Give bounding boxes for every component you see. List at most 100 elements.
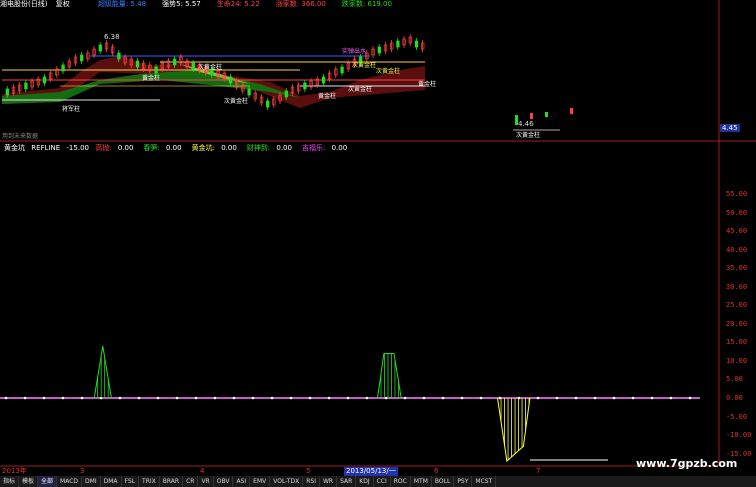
zero-dot <box>175 396 179 400</box>
zero-dot <box>156 396 160 400</box>
zero-dot <box>80 396 84 400</box>
y-tick-label: 30.00 <box>726 282 748 291</box>
tab-15[interactable]: RSI <box>303 476 320 487</box>
tab-8[interactable]: BRAR <box>160 476 184 487</box>
tab-16[interactable]: WR <box>320 476 338 487</box>
y-tick-label: 15.00 <box>726 338 748 347</box>
zero-dot <box>669 396 673 400</box>
indicator-name[interactable]: 黄金坑 <box>4 144 25 152</box>
tab-4[interactable]: DMI <box>82 476 101 487</box>
y-tick-label: 45.00 <box>726 227 748 236</box>
tab-20[interactable]: ROC <box>391 476 411 487</box>
tab-22[interactable]: BOLL <box>432 476 455 487</box>
candle-body <box>303 82 307 90</box>
indicator-series <box>93 346 531 463</box>
tab-11[interactable]: OBV <box>214 476 234 487</box>
candle-body <box>396 40 400 48</box>
date-label: 4 <box>200 467 205 475</box>
tab-12[interactable]: ASI <box>233 476 251 487</box>
zero-dot <box>4 396 8 400</box>
price-annotation: 黄金柱 <box>418 81 437 88</box>
tab-23[interactable]: PSY <box>454 476 473 487</box>
indicator-header: 黄金坑 REFLINE -15.00 高抛: 0.00 春笋: 0.00 黄金坑: … <box>4 143 361 153</box>
tab-18[interactable]: KDJ <box>356 476 374 487</box>
tab-24[interactable]: MCST <box>472 476 497 487</box>
zero-dot <box>251 396 255 400</box>
candle-body <box>42 76 47 84</box>
zero-dot <box>688 396 692 400</box>
zero-dot <box>422 396 426 400</box>
refline-label: REFLINE <box>31 144 61 152</box>
candle-body <box>191 62 195 70</box>
tab-5[interactable]: DMA <box>101 476 122 487</box>
date-axis: 2013年 3 4 5 6 7 2013/05/13/一 <box>0 467 720 476</box>
tab-10[interactable]: VR <box>198 476 214 487</box>
candle-body <box>340 66 344 74</box>
zero-dot <box>441 396 445 400</box>
y-tick-label: 5.00 <box>726 375 743 384</box>
tab-9[interactable]: CR <box>183 476 199 487</box>
tab-21[interactable]: MTM <box>411 476 432 487</box>
date-label: 3 <box>80 467 85 475</box>
candle-body <box>377 46 381 54</box>
price-annotation: 实弹出水 <box>342 48 367 55</box>
watermark: www.7gpzb.com <box>636 457 738 470</box>
selected-date: 2013/05/13/一 <box>344 467 398 476</box>
price-annotation: 次黄金柱 <box>352 62 377 69</box>
zero-dot <box>517 396 521 400</box>
date-label: 2013年 <box>2 467 27 475</box>
y-tick-label: 20.00 <box>726 319 748 328</box>
high-price-label: 6.38 <box>104 33 120 41</box>
indicator-field: 高抛: 0.00 <box>95 144 134 152</box>
price-annotation: 次黄金柱 <box>516 132 541 139</box>
zero-dot <box>61 396 65 400</box>
tab-6[interactable]: FSL <box>122 476 140 487</box>
tab-14[interactable]: VOL-TDX <box>270 476 304 487</box>
tab-2[interactable]: 全部 <box>38 476 58 487</box>
zero-dot <box>593 396 597 400</box>
zero-dot <box>137 396 141 400</box>
y-tick-label: 0.00 <box>726 394 743 402</box>
tab-17[interactable]: SAR <box>337 476 357 487</box>
zero-dot <box>631 396 635 400</box>
indicator-field: 黄金坑: 0.00 <box>191 144 237 152</box>
indicator-fields: 高抛: 0.00 春笋: 0.00 黄金坑: 0.00 财神到: 0.00 吉福乐: 0… <box>95 144 357 152</box>
candle-body <box>117 52 121 60</box>
date-label: 7 <box>536 467 541 475</box>
candle-body <box>135 60 140 68</box>
y-tick-label: -10.00 <box>726 431 752 440</box>
tab-19[interactable]: CCI <box>374 476 391 487</box>
candle-body <box>61 64 65 72</box>
candle-body <box>414 40 419 48</box>
zero-dot <box>118 396 122 400</box>
zero-dot <box>460 396 464 400</box>
y-tick-label: 25.00 <box>726 301 748 310</box>
indicator-field: 春笋: 0.00 <box>143 144 182 152</box>
date-label: 5 <box>306 467 311 475</box>
zero-dot <box>555 396 559 400</box>
last-price-badge: 4.45 <box>720 124 740 132</box>
price-annotation: 次黄金柱 <box>348 86 373 93</box>
indicator-tab-bar: 指标 模板 全部 MACD DMI DMA FSL TRIX BRAR CR VR OBV ASI EMV… <box>0 476 756 487</box>
zero-dot <box>346 396 350 400</box>
zero-dot <box>403 396 407 400</box>
tab-7[interactable]: TRIX <box>139 476 160 487</box>
price-annotation: 次黄金柱 <box>376 68 401 75</box>
indicator-field: 吉福乐: 0.00 <box>301 144 348 152</box>
tab-0[interactable]: 指标 <box>0 476 20 487</box>
candle-body <box>321 76 326 84</box>
candle-body <box>228 76 233 84</box>
zero-dot <box>42 396 46 400</box>
tab-1[interactable]: 模板 <box>19 476 39 487</box>
indicator-field: 财神到: 0.00 <box>246 144 292 152</box>
tab-13[interactable]: EMV <box>250 476 271 487</box>
series-segment <box>497 397 531 463</box>
price-annotation: 黄金柱 <box>318 93 337 100</box>
y-tick-label: 55.00 <box>726 190 748 198</box>
zero-dot <box>23 396 27 400</box>
zero-dot <box>384 396 388 400</box>
tab-3[interactable]: MACD <box>57 476 83 487</box>
zero-dot <box>574 396 578 400</box>
refline-value: -15.00 <box>66 144 89 152</box>
price-annotation: 将军柱 <box>62 106 81 113</box>
